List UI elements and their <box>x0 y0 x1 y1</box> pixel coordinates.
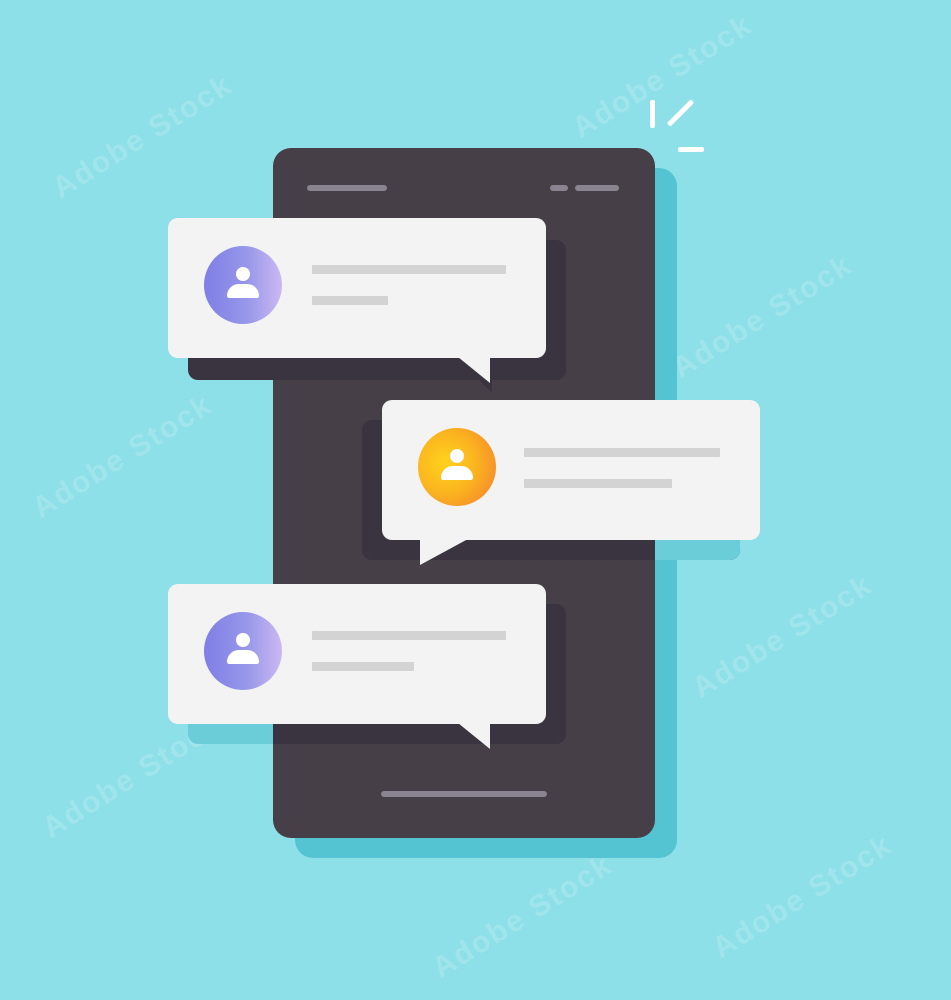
status-bar-dot <box>550 185 568 191</box>
message-line <box>312 296 388 305</box>
watermark-text: Adobe Stock <box>706 828 899 965</box>
status-bar-right <box>575 185 619 191</box>
bubble-tail <box>420 539 468 565</box>
bubble-card <box>168 584 546 724</box>
bubble-tail <box>458 723 490 749</box>
watermark-text: Adobe Stock <box>566 8 759 145</box>
message-line <box>312 662 414 671</box>
home-indicator <box>381 791 547 797</box>
watermark-text: Adobe Stock <box>26 388 219 525</box>
avatar <box>418 428 496 506</box>
message-line <box>524 479 672 488</box>
avatar <box>204 612 282 690</box>
message-line <box>524 448 720 457</box>
watermark-text: Adobe Stock <box>426 848 619 985</box>
bubble-card <box>382 400 760 540</box>
watermark-text: Adobe Stock <box>46 68 239 205</box>
status-bar-left <box>307 185 387 191</box>
user-icon <box>225 633 261 669</box>
watermark-text: Adobe Stock <box>666 248 859 385</box>
user-icon <box>439 449 475 485</box>
watermark-text: Adobe Stock <box>686 568 879 705</box>
avatar <box>204 246 282 324</box>
message-line <box>312 265 506 274</box>
user-icon <box>225 267 261 303</box>
message-line <box>312 631 506 640</box>
bubble-tail <box>458 357 490 383</box>
bubble-card <box>168 218 546 358</box>
